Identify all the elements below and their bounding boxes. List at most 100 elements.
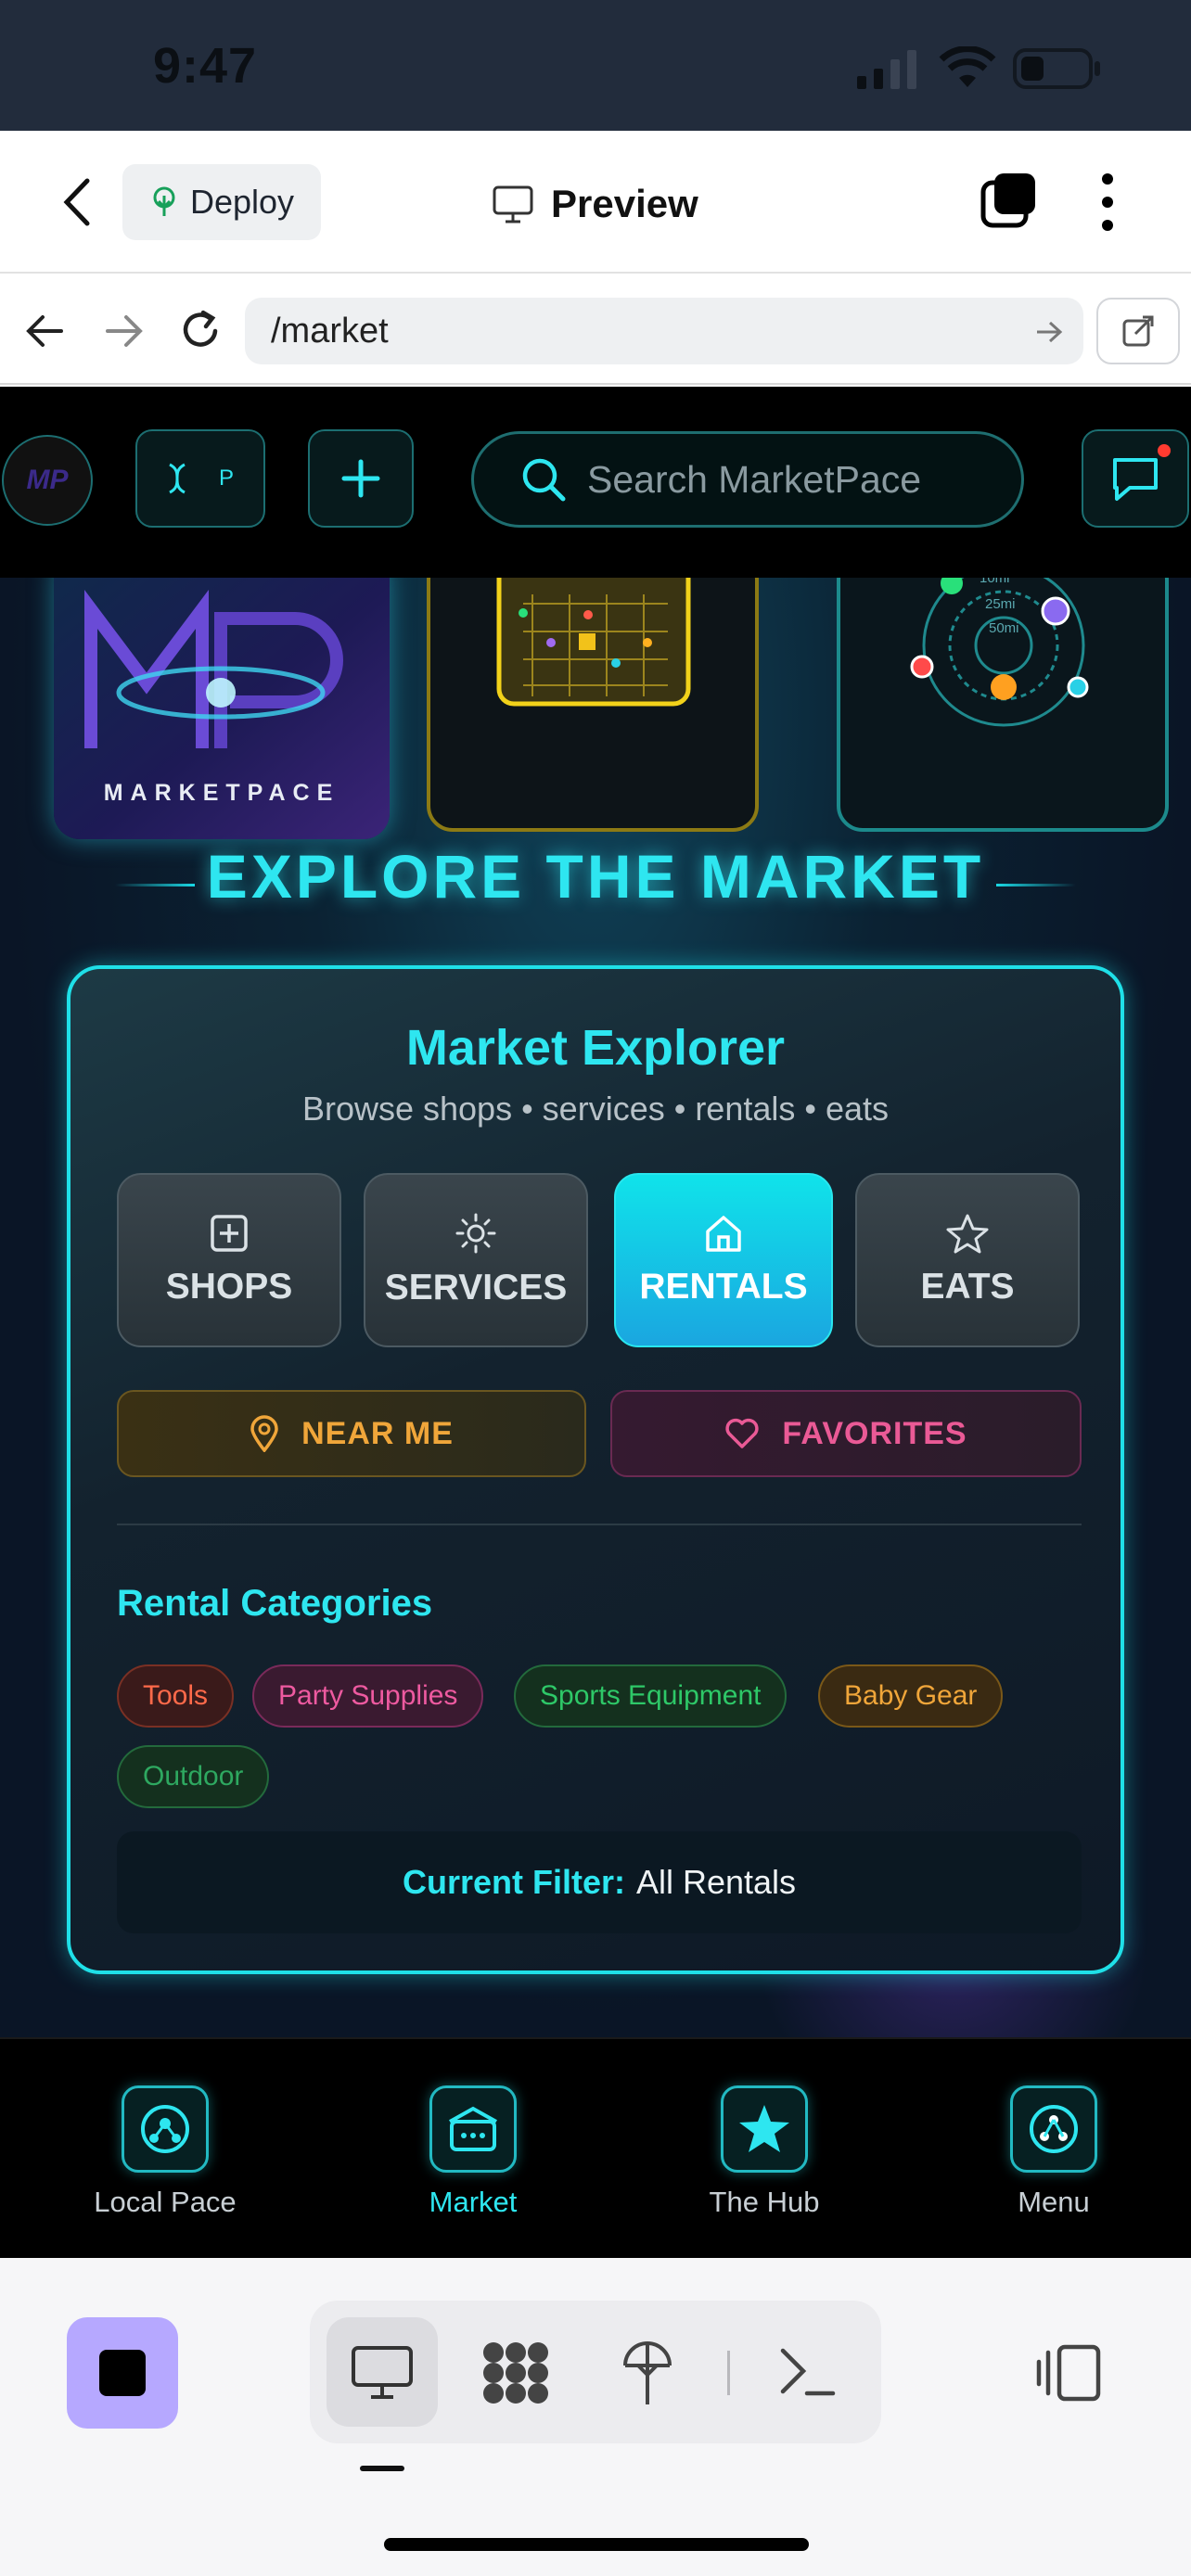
nav-market[interactable]: Market	[380, 2085, 566, 2219]
status-time: 9:47	[153, 38, 258, 94]
tag-baby-gear[interactable]: Baby Gear	[818, 1664, 1004, 1728]
toolbar-separator	[727, 2351, 730, 2395]
filter-value: All Rentals	[635, 1863, 797, 1901]
external-link-icon	[1122, 315, 1154, 347]
search-placeholder: Search MarketPace	[587, 457, 922, 501]
nav-the-hub[interactable]: The Hub	[672, 2085, 857, 2219]
nav-local-pace-label: Local Pace	[94, 2186, 237, 2218]
network-icon	[141, 2105, 189, 2153]
category-rentals-label: RENTALS	[639, 1267, 808, 1307]
location-pin-icon	[250, 1415, 278, 1452]
explorer-subtitle: Browse shops • services • rentals • eats	[301, 1090, 890, 1128]
current-filter-bar: Current Filter: All Rentals	[117, 1831, 1082, 1933]
map-grid-card[interactable]	[427, 554, 759, 832]
deploy-view-icon[interactable]	[620, 2338, 675, 2406]
market-explorer-card: Market Explorer Browse shops • services …	[67, 965, 1124, 1974]
market-icon-box	[429, 2085, 517, 2173]
hub-icon-box	[721, 2085, 808, 2173]
filter-label: Current Filter:	[402, 1863, 625, 1901]
view-switcher	[310, 2301, 881, 2443]
radar-label-50: 50mi	[989, 620, 1019, 636]
chat-icon	[1113, 458, 1158, 501]
nav-forward-icon[interactable]	[104, 312, 145, 350]
category-rentals-button[interactable]: RENTALS	[614, 1173, 833, 1347]
marketpace-site: MP P Search MarketPace MARKETPACE 10mi 2…	[0, 387, 1191, 2037]
apps-grid-icon[interactable]	[480, 2340, 551, 2406]
messages-button[interactable]	[1082, 429, 1189, 528]
tag-party-supplies[interactable]: Party Supplies	[252, 1664, 484, 1728]
terminal-icon[interactable]	[779, 2345, 837, 2401]
notification-dot	[1158, 444, 1171, 457]
wallet-chip-button[interactable]: P	[135, 429, 265, 528]
radius-radar-card[interactable]: 10mi 25mi 50mi	[837, 554, 1169, 832]
app-bar: Deploy Preview	[0, 131, 1191, 274]
open-external-button[interactable]	[1096, 298, 1180, 364]
preview-view-button[interactable]	[327, 2317, 438, 2427]
deploy-tree-icon	[153, 186, 175, 216]
nav-menu-label: Menu	[1018, 2186, 1090, 2218]
active-tab-indicator	[360, 2466, 404, 2471]
category-shops-label: SHOPS	[165, 1267, 293, 1307]
favorites-button[interactable]: FAVORITES	[610, 1390, 1082, 1477]
bottom-navigation: Local Pace Market The Hub Menu	[0, 2037, 1191, 2258]
marketpace-logo-card[interactable]: MARKETPACE	[54, 554, 390, 839]
add-button[interactable]	[308, 429, 414, 528]
menu-network-icon	[1030, 2105, 1078, 2153]
wifi-icon	[939, 46, 996, 87]
mp-logo-icon	[84, 590, 343, 748]
home-indicator	[384, 2538, 809, 2551]
tag-outdoor[interactable]: Outdoor	[117, 1745, 270, 1808]
explorer-title: Market Explorer	[405, 1020, 786, 1076]
tabs-icon[interactable]	[980, 172, 1039, 231]
reload-icon[interactable]	[178, 307, 224, 353]
chip-label: P	[218, 465, 234, 491]
category-shops-button[interactable]: SHOPS	[117, 1173, 341, 1347]
preview-title[interactable]: Preview	[492, 172, 698, 236]
panel-toggle-icon[interactable]	[1035, 2343, 1102, 2403]
grid-map-icon	[496, 558, 691, 707]
plus-icon	[341, 459, 380, 498]
tag-tools[interactable]: Tools	[117, 1664, 235, 1728]
home-icon	[706, 1216, 741, 1252]
tag-sports-equipment[interactable]: Sports Equipment	[514, 1664, 788, 1728]
site-header: MP P Search MarketPace	[0, 387, 1191, 578]
nav-local-pace[interactable]: Local Pace	[72, 2085, 258, 2219]
nav-back-icon[interactable]	[24, 312, 65, 350]
search-icon	[522, 458, 566, 502]
local-pace-icon-box	[122, 2085, 209, 2173]
signal-icon	[857, 50, 916, 89]
more-options-icon[interactable]	[1098, 172, 1117, 233]
storefront-icon	[449, 2106, 497, 2151]
star-icon	[739, 2105, 789, 2152]
preview-label: Preview	[551, 182, 698, 225]
url-field[interactable]: /market	[245, 298, 1083, 364]
category-eats-label: EATS	[920, 1267, 1015, 1307]
favorites-label: FAVORITES	[782, 1415, 967, 1451]
menu-icon-box	[1010, 2085, 1097, 2173]
near-me-label: NEAR ME	[301, 1415, 454, 1451]
back-icon[interactable]	[61, 177, 95, 227]
category-eats-button[interactable]: EATS	[855, 1173, 1080, 1347]
star-outline-icon	[946, 1214, 989, 1254]
section-divider	[117, 1524, 1082, 1525]
nav-menu[interactable]: Menu	[961, 2085, 1146, 2219]
category-services-label: SERVICES	[384, 1268, 568, 1307]
profile-avatar-button[interactable]: MP	[2, 435, 93, 526]
editor-toolbar	[0, 2258, 1191, 2576]
search-bar[interactable]: Search MarketPace	[471, 431, 1024, 528]
nav-the-hub-label: The Hub	[709, 2186, 820, 2218]
battery-icon	[1013, 48, 1100, 89]
near-me-button[interactable]: NEAR ME	[117, 1390, 586, 1477]
stop-icon	[99, 2350, 146, 2396]
category-services-button[interactable]: SERVICES	[364, 1173, 588, 1347]
logo-wordmark: MARKETPACE	[103, 780, 340, 806]
sun-icon	[455, 1213, 496, 1254]
go-arrow-icon[interactable]	[1035, 320, 1063, 344]
radar-label-25: 25mi	[985, 596, 1016, 612]
stop-button[interactable]	[67, 2317, 178, 2429]
status-bar: 9:47	[0, 0, 1191, 131]
plus-square-icon	[211, 1215, 248, 1252]
heart-icon	[725, 1418, 759, 1448]
deploy-button[interactable]: Deploy	[122, 164, 321, 240]
url-bar: /market	[0, 275, 1191, 385]
